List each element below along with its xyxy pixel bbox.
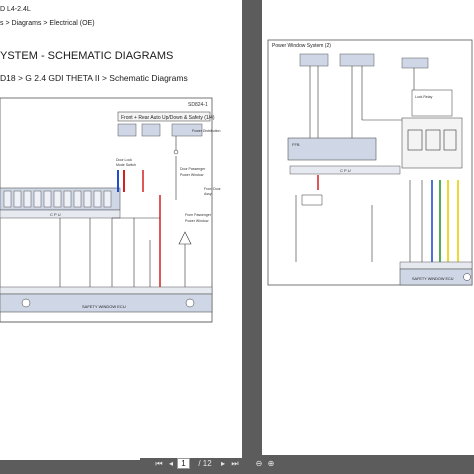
- svg-text:Mode Switch: Mode Switch: [116, 163, 136, 167]
- diagram-header: Front + Rear Auto Up/Down & Safety (1/4): [121, 115, 215, 121]
- document-page-left: D L4-2.4L s > Diagrams > Electrical (OE)…: [0, 0, 242, 460]
- svg-text:Power Window: Power Window: [180, 173, 204, 177]
- right-diagram-header: Power Window System (2): [272, 43, 331, 49]
- schematic-diagram-left: SD824-1 Front + Rear Auto Up/Down & Safe…: [0, 97, 222, 323]
- svg-text:Door Lock: Door Lock: [116, 158, 132, 162]
- svg-text:Front Door: Front Door: [204, 187, 222, 191]
- schematic-diagram-right: Power Window System (2) FFB C P U Lock R…: [267, 39, 473, 286]
- prev-page-icon[interactable]: ◂: [166, 458, 176, 470]
- svg-text:From Passenger: From Passenger: [185, 213, 212, 217]
- svg-text:Lock Relay: Lock Relay: [415, 95, 433, 99]
- module-label-left: SAFETY WINDOW ECU: [82, 304, 126, 309]
- svg-text:Power Window: Power Window: [185, 219, 209, 223]
- svg-text:Door Passenger: Door Passenger: [180, 167, 206, 171]
- svg-text:Power Distribution: Power Distribution: [192, 129, 220, 133]
- svg-text:C P U: C P U: [50, 212, 61, 217]
- next-page-icon[interactable]: ▸: [218, 458, 228, 470]
- total-pages: / 12: [198, 459, 212, 468]
- zoom-out-icon[interactable]: ⊖: [254, 458, 264, 470]
- page-number-input[interactable]: [177, 458, 190, 469]
- last-page-icon[interactable]: ⏭: [230, 458, 240, 470]
- diagram-code: SD824-1: [188, 102, 208, 108]
- zoom-in-icon[interactable]: ⊕: [266, 458, 276, 470]
- svg-text:Assy: Assy: [204, 192, 212, 196]
- pdf-viewer-toolbar: ⏮ ◂ / 12 ▸ ⏭ ⊖ ⊕: [140, 458, 340, 472]
- first-page-icon[interactable]: ⏮: [154, 458, 164, 470]
- module-label-right: SAFETY WINDOW ECU: [412, 277, 454, 281]
- document-page-right: Power Window System (2) FFB C P U Lock R…: [262, 0, 474, 455]
- svg-text:FFB: FFB: [292, 142, 300, 147]
- svg-text:C P U: C P U: [340, 168, 351, 173]
